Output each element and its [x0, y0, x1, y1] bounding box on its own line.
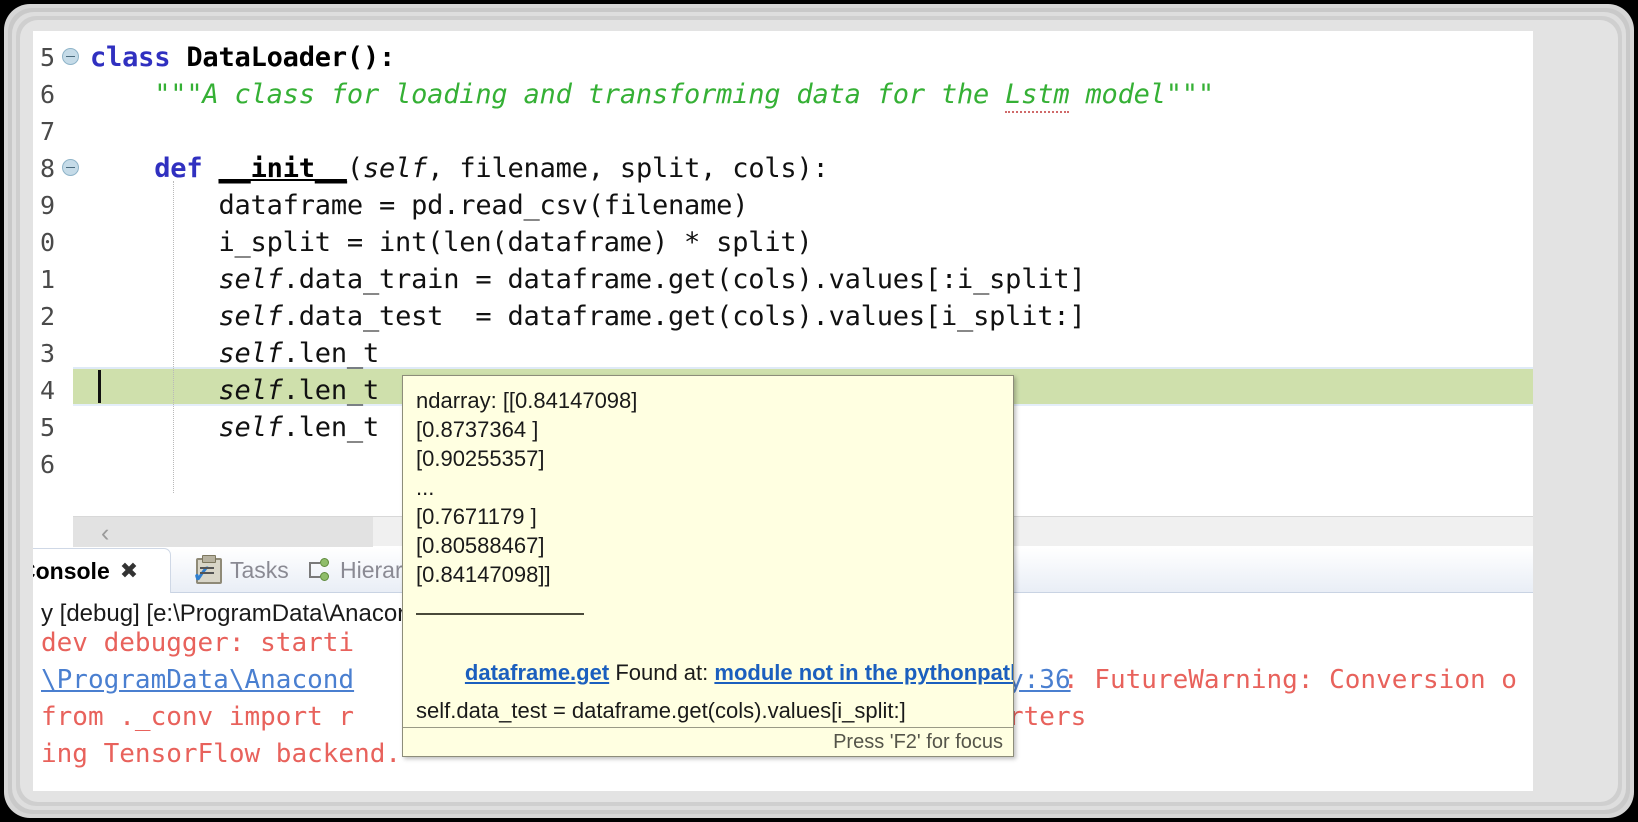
- console-line: ing TensorFlow backend.: [41, 739, 402, 769]
- code-token: .data_test = dataframe.get(cols).values[…: [282, 301, 1086, 332]
- code-token: self: [218, 375, 283, 406]
- console-line: dev debugger: starti: [41, 628, 355, 658]
- module-path-link[interactable]: module not in the pythonpath: [714, 660, 1013, 685]
- line-number: 6: [39, 450, 55, 479]
- code-token: def: [154, 153, 219, 184]
- line-number: 6: [39, 80, 55, 109]
- tasks-icon: ✓: [192, 554, 222, 588]
- scrollbar-thumb[interactable]: [73, 517, 373, 547]
- code-token: .len_t: [282, 375, 380, 406]
- tooltip-value-line: [0.84147098]]: [416, 562, 551, 587]
- scroll-left-arrow-icon[interactable]: ‹: [101, 519, 109, 548]
- found-at-label: Found at:: [615, 660, 709, 685]
- console-line[interactable]: \ProgramData\Anacond: [41, 662, 354, 699]
- code-token: Lstm: [1005, 79, 1070, 113]
- symbol-link[interactable]: dataframe.get: [465, 660, 609, 685]
- code-line[interactable]: dataframe = pd.read_csv(filename): [90, 187, 748, 224]
- code-token: .data_train = dataframe.get(cols).values…: [282, 264, 1086, 295]
- tooltip-value-line: [0.80588467]: [416, 533, 545, 558]
- code-token: self: [218, 338, 283, 369]
- tab-tasks-label: Tasks: [230, 557, 289, 583]
- line-number: 2: [39, 302, 55, 331]
- tooltip-value-line: ...: [416, 475, 435, 500]
- code-line[interactable]: class DataLoader():: [90, 39, 395, 76]
- variable-hover-tooltip[interactable]: ndarray: [[0.84147098] [0.8737364 ] [0.902…: [402, 375, 1014, 757]
- console-line: from ._conv import r: [41, 702, 355, 732]
- code-line[interactable]: self.len_t: [90, 372, 379, 409]
- code-token: self: [218, 301, 283, 332]
- tooltip-source-line: self.data_test = dataframe.get(cols).val…: [416, 698, 906, 723]
- console-line: rters: [1008, 702, 1087, 732]
- code-token: .len_t: [282, 338, 380, 369]
- code-line[interactable]: self.data_train = dataframe.get(cols).va…: [90, 261, 1085, 298]
- tooltip-footer-divider: [403, 727, 1013, 728]
- code-token: , filename, split, cols):: [427, 153, 829, 184]
- line-number: 1: [39, 265, 55, 294]
- line-number: 5: [39, 43, 55, 72]
- code-token: self: [362, 153, 428, 184]
- code-token: self: [218, 412, 283, 443]
- tooltip-value-line: [0.7671179 ]: [416, 504, 537, 529]
- hierarchy-icon: [306, 557, 332, 584]
- console-line: : FutureWarning: Conversion o: [1063, 665, 1517, 695]
- code-token: i_split = int(len(dataframe) * split): [90, 227, 813, 258]
- tooltip-divider: [416, 613, 584, 615]
- code-token: self: [218, 264, 283, 295]
- line-number: 5: [39, 413, 55, 442]
- tooltip-focus-hint: Press 'F2' for focus: [833, 731, 1003, 753]
- line-number: 3: [39, 339, 55, 368]
- fold-toggle-icon[interactable]: [62, 48, 79, 65]
- line-number: 4: [39, 376, 55, 405]
- close-icon[interactable]: ✖: [120, 558, 138, 584]
- code-token: DataLoader():: [186, 42, 396, 73]
- fold-toggle-icon[interactable]: [62, 159, 79, 176]
- code-line[interactable]: self.len_t: [90, 409, 379, 446]
- window-frame: 5 6 7 8 9 0 1 2 3 4 5 6 class DataLoader(): """A cl…: [0, 0, 1638, 822]
- ide-workbench: 5 6 7 8 9 0 1 2 3 4 5 6 class DataLoader(): """A cl…: [33, 31, 1533, 791]
- code-line[interactable]: """A class for loading and transforming …: [90, 76, 1214, 113]
- console-line[interactable]: y:36: [1008, 662, 1071, 699]
- tab-console[interactable]: Console ✖: [33, 548, 171, 593]
- line-number: 8: [39, 154, 55, 183]
- code-token: class: [90, 42, 187, 73]
- code-token: __init__: [218, 153, 347, 184]
- line-number: 9: [39, 191, 55, 220]
- code-line[interactable]: self.len_t: [90, 335, 379, 372]
- line-number: 7: [39, 117, 55, 146]
- code-token: (: [346, 153, 363, 184]
- code-token: """A class for loading and transforming …: [90, 79, 1006, 110]
- tab-tasks[interactable]: ✓ Tasks: [188, 548, 297, 593]
- code-token: .len_t: [282, 412, 380, 443]
- code-line[interactable]: self.data_test = dataframe.get(cols).val…: [90, 298, 1085, 335]
- tooltip-value-line: [0.90255357]: [416, 446, 545, 471]
- line-number: 0: [39, 228, 55, 257]
- code-line[interactable]: i_split = int(len(dataframe) * split): [90, 224, 813, 261]
- tab-console-label: Console: [33, 557, 110, 584]
- code-token: model""": [1069, 79, 1214, 110]
- code-token: dataframe = pd.read_csv(filename): [90, 190, 749, 221]
- code-line[interactable]: def __init__(self, filename, split, cols…: [90, 150, 829, 187]
- tooltip-value-line: ndarray: [[0.84147098]: [416, 388, 638, 413]
- check-icon: ✓: [192, 560, 213, 588]
- tooltip-value-line: [0.8737364 ]: [416, 417, 539, 442]
